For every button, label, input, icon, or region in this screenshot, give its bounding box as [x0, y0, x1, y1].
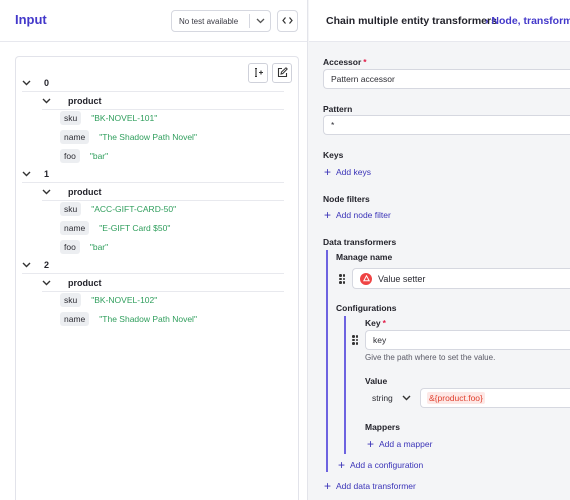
field-key: sku: [60, 111, 82, 125]
tree-index-label: 2: [44, 259, 50, 270]
transformer-group-line: [326, 250, 328, 472]
field-value: "The Shadow Path Novel": [99, 132, 197, 142]
transformer-select[interactable]: Value setter: [352, 268, 570, 289]
field-value: "bar": [89, 151, 109, 161]
key-help-text: Give the path where to set the value.: [365, 353, 496, 362]
value-label: Value: [365, 376, 388, 386]
tree-index-label: 1: [44, 168, 50, 179]
field-key: sku: [60, 202, 82, 216]
add-mapper-label: Add a mapper: [379, 439, 433, 449]
pattern-input[interactable]: *: [323, 115, 570, 135]
chevron-down-icon: [250, 18, 270, 24]
tree-index-row[interactable]: 0: [22, 74, 284, 92]
chevron-down-icon: [42, 189, 56, 195]
mappers-label: Mappers: [365, 422, 400, 432]
input-panel-header: Input No test available: [0, 0, 307, 42]
input-panel-title: Input: [15, 12, 47, 27]
chevron-down-icon: [22, 262, 36, 268]
plus-icon: +: [324, 479, 332, 493]
input-tree: 0 product sku "BK-NOVEL-101" name "The S…: [15, 56, 299, 500]
tree-object-row[interactable]: product: [42, 183, 284, 201]
tree-field-row: name "E-GIFT Card $50": [60, 220, 170, 236]
add-configuration-label: Add a configuration: [350, 460, 424, 470]
chevron-down-icon: [22, 80, 36, 86]
config-panel-title: Chain multiple entity transformers: [326, 15, 497, 27]
pattern-label: Pattern: [323, 104, 353, 114]
field-key: name: [60, 130, 90, 144]
transformer-select-value: Value setter: [378, 273, 426, 284]
tree-object-row[interactable]: product: [42, 92, 284, 110]
value-setter-icon: [360, 272, 372, 285]
add-node-filter-label: Add node filter: [336, 210, 391, 220]
tree-index-row[interactable]: 2: [22, 256, 284, 274]
tree-object-row[interactable]: product: [42, 274, 284, 292]
value-type-select[interactable]: string: [365, 388, 416, 408]
key-label-text: Key: [365, 318, 381, 328]
key-input[interactable]: key: [365, 330, 570, 350]
tree-field-row: sku "BK-NOVEL-101": [60, 110, 157, 126]
required-marker: *: [363, 57, 367, 67]
tree-field-row: name "The Shadow Path Novel": [60, 311, 197, 327]
data-transformers-label: Data transformers: [323, 237, 397, 247]
tree-object-key: product: [68, 95, 102, 106]
field-key: foo: [60, 240, 80, 254]
field-key: name: [60, 312, 90, 326]
configurations-label: Configurations: [336, 303, 397, 313]
field-value: "ACC-GIFT-CARD-50": [91, 204, 177, 214]
plus-icon: +: [324, 208, 332, 222]
code-view-button[interactable]: [277, 10, 298, 32]
manage-name-label: Manage name: [336, 252, 393, 262]
key-label: Key *: [365, 318, 386, 328]
tree-field-row: foo "bar": [60, 148, 108, 164]
node-filters-label: Node filters: [323, 194, 370, 204]
chevron-down-icon: [402, 393, 411, 403]
tree-object-key: product: [68, 277, 102, 288]
tree-index-label: 0: [44, 77, 50, 88]
field-value: "E-GIFT Card $50": [99, 223, 171, 233]
tree-field-row: name "The Shadow Path Novel": [60, 129, 197, 145]
add-data-transformer-button[interactable]: + Add data transformer: [324, 480, 416, 492]
drag-handle-icon[interactable]: [351, 334, 359, 346]
input-panel: Input No test available 0 product sku "B…: [0, 0, 308, 500]
tree-object-key: product: [68, 186, 102, 197]
add-node-filter-button[interactable]: + Add node filter: [324, 209, 391, 221]
chevron-down-icon: [22, 171, 36, 177]
test-select[interactable]: No test available: [171, 10, 271, 32]
tree-field-row: sku "BK-NOVEL-102": [60, 292, 157, 308]
add-data-transformer-label: Add data transformer: [336, 481, 416, 491]
chevron-down-icon: [42, 98, 56, 104]
configuration-group-line: [344, 316, 346, 454]
required-marker: *: [382, 318, 386, 328]
tree-field-row: foo "bar": [60, 239, 108, 255]
add-mapper-button[interactable]: + Add a mapper: [367, 438, 432, 450]
add-keys-label: Add keys: [336, 167, 371, 177]
keys-label: Keys: [323, 150, 344, 160]
accessor-label: Accessor *: [323, 57, 367, 67]
tree-field-row: sku "ACC-GIFT-CARD-50": [60, 201, 176, 217]
accessor-select[interactable]: Pattern accessor: [323, 69, 570, 89]
plus-icon: +: [324, 165, 332, 179]
field-value: "BK-NOVEL-101": [91, 113, 158, 123]
field-value: "The Shadow Path Novel": [99, 314, 197, 324]
value-expression-token: &{product.foo}: [427, 392, 485, 404]
field-key: foo: [60, 149, 80, 163]
value-expression-input[interactable]: &{product.foo}: [420, 388, 570, 408]
value-type-text: string: [372, 393, 393, 403]
field-key: name: [60, 221, 90, 235]
field-value: "bar": [89, 242, 109, 252]
plus-icon: +: [338, 458, 346, 472]
accessor-label-text: Accessor: [323, 57, 362, 67]
tree-index-row[interactable]: 1: [22, 165, 284, 183]
config-panel-header: Chain multiple entity transformers › Nod…: [309, 0, 570, 42]
test-select-value: No test available: [179, 16, 239, 26]
add-configuration-button[interactable]: + Add a configuration: [338, 459, 423, 471]
breadcrumb[interactable]: › Node, transform: [485, 15, 570, 27]
plus-icon: +: [367, 437, 375, 451]
field-value: "BK-NOVEL-102": [91, 295, 158, 305]
field-key: sku: [60, 293, 82, 307]
add-keys-button[interactable]: + Add keys: [324, 166, 371, 178]
drag-handle-icon[interactable]: [338, 273, 346, 285]
chevron-down-icon: [42, 280, 56, 286]
code-icon: [282, 16, 293, 27]
